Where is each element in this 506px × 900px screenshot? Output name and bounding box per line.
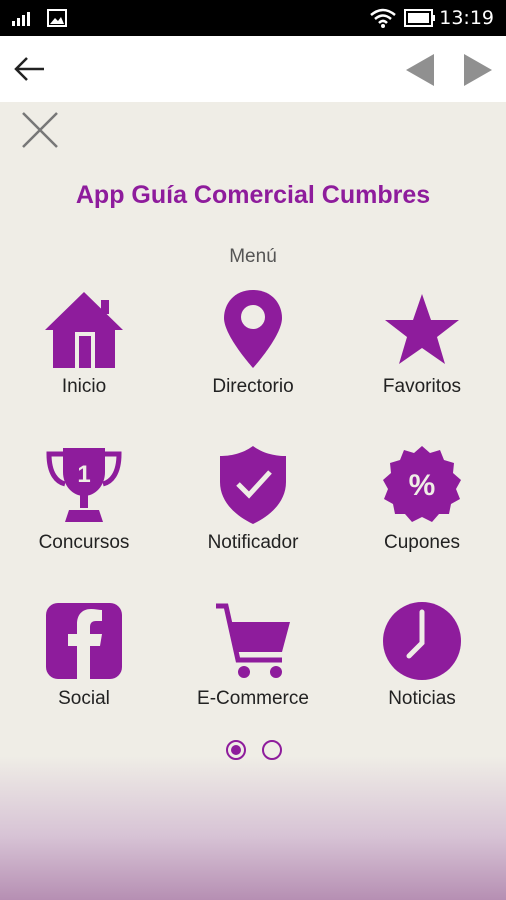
menu-item-concursos[interactable]: 1 Concursos	[4, 444, 164, 554]
menu-item-label: Directorio	[212, 376, 294, 397]
menu-item-favoritos[interactable]: Favoritos	[342, 288, 502, 398]
percent-badge-icon: %	[383, 446, 461, 522]
signal-icon	[12, 12, 30, 26]
menu-item-directorio[interactable]: Directorio	[173, 288, 333, 398]
top-navigation-bar	[0, 36, 506, 102]
shopping-cart-icon	[216, 603, 290, 678]
trophy-icon: 1	[46, 448, 122, 522]
page-indicator	[222, 740, 284, 762]
menu-item-label: Favoritos	[382, 376, 462, 397]
star-icon	[385, 294, 459, 364]
menu-item-label: Inicio	[61, 376, 107, 397]
wifi-icon	[370, 8, 396, 28]
next-triangle-icon[interactable]	[462, 53, 494, 87]
page-title: App Guía Comercial Cumbres	[75, 181, 431, 209]
menu-item-label: Concursos	[38, 532, 130, 553]
home-icon	[45, 292, 123, 368]
facebook-icon	[46, 603, 122, 679]
clock-icon	[383, 602, 461, 680]
menu-item-notificador[interactable]: Notificador	[173, 444, 333, 554]
menu-item-label: Notificador	[207, 532, 299, 553]
menu-item-cupones[interactable]: % Cupones	[342, 444, 502, 554]
menu-item-social[interactable]: Social	[4, 600, 164, 710]
menu-item-noticias[interactable]: Noticias	[342, 600, 502, 710]
menu-item-inicio[interactable]: Inicio	[4, 288, 164, 398]
menu-item-label: E-Commerce	[197, 688, 309, 709]
menu-item-label: Noticias	[388, 688, 456, 709]
status-bar: 13:19	[0, 0, 506, 36]
page-dot-1[interactable]	[226, 740, 246, 760]
percent-symbol: %	[409, 469, 436, 502]
menu-item-ecommerce[interactable]: E-Commerce	[173, 600, 333, 710]
back-arrow-icon[interactable]	[12, 54, 46, 84]
shield-check-icon	[220, 446, 286, 524]
status-time: 13:19	[439, 7, 494, 29]
menu-item-label: Cupones	[383, 532, 461, 553]
previous-triangle-icon[interactable]	[404, 53, 436, 87]
trophy-number: 1	[77, 461, 90, 488]
page-subtitle: Menú	[229, 246, 277, 267]
menu-item-label: Social	[58, 688, 110, 709]
battery-icon	[404, 9, 435, 27]
image-notification-icon	[47, 9, 67, 27]
location-pin-icon	[224, 290, 282, 368]
page-dot-2[interactable]	[262, 740, 282, 760]
close-icon[interactable]	[20, 110, 60, 150]
